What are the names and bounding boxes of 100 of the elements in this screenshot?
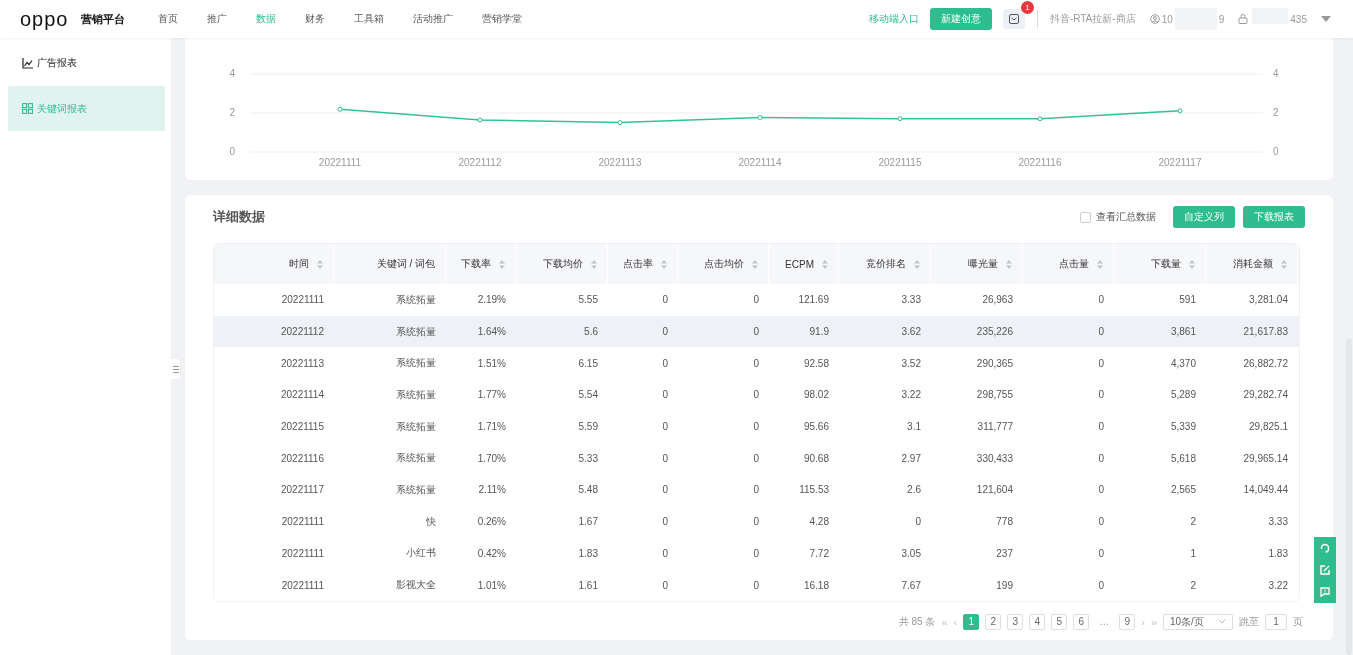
summary-checkbox[interactable]: 查看汇总数据 xyxy=(1080,210,1156,224)
page-button[interactable]: 2 xyxy=(985,613,1002,630)
table-cell-text: 0 xyxy=(1097,516,1105,528)
edit-icon[interactable] xyxy=(1320,565,1330,575)
jump-label: 跳至 xyxy=(1239,614,1259,629)
table-cell-text: 0 xyxy=(752,294,760,306)
table-cell-text: 20221111 xyxy=(280,294,325,306)
table-cell-text: 3.52 xyxy=(900,357,922,369)
page-button[interactable]: 5 xyxy=(1051,613,1068,630)
table-cell-text: 1.61 xyxy=(577,579,599,591)
table-cell-text: 1 xyxy=(1189,547,1197,559)
table-cell-text: 3.33 xyxy=(1267,516,1289,528)
page-button[interactable]: 9 xyxy=(1119,613,1136,630)
table-cell-text: 2 xyxy=(1189,516,1197,528)
table-cell-text: 系统拓量 xyxy=(395,324,437,339)
table-cell-text: 26,963 xyxy=(981,294,1014,306)
table-cell-text: 5.54 xyxy=(577,389,599,401)
table-cell-text: 26,882.72 xyxy=(1242,357,1289,369)
table-cell-text: 0 xyxy=(661,516,669,528)
table-cell-text: 0 xyxy=(1097,547,1105,559)
page-button[interactable]: 6 xyxy=(1073,613,1090,630)
table-cell-text: 0 xyxy=(661,389,669,401)
axis-label: 20221116 xyxy=(1018,157,1062,168)
sort-icon[interactable] xyxy=(1006,259,1012,269)
table-cell-text: 系统拓量 xyxy=(395,482,437,497)
table-cell-text: 20221116 xyxy=(280,452,325,464)
table-cell-text: 5.33 xyxy=(577,452,599,464)
table-cell-text: 98.02 xyxy=(802,389,830,401)
chevron-down-icon xyxy=(1218,619,1226,625)
jump-input[interactable]: 1 xyxy=(1265,613,1287,630)
table-cell-text: 298,755 xyxy=(975,389,1014,401)
table-cell-text: 1.01% xyxy=(476,579,507,591)
sort-icon[interactable] xyxy=(822,259,828,269)
table-cell-text: 0 xyxy=(1097,452,1105,464)
table-cell-text: 20221114 xyxy=(280,389,325,401)
axis-label: 20221113 xyxy=(598,157,642,168)
logo[interactable]: oppo xyxy=(20,9,69,29)
table-cell-text: 4,370 xyxy=(1169,357,1197,369)
table-cell-text: 0 xyxy=(752,421,760,433)
table-cell-text: 20221115 xyxy=(280,421,325,433)
table-cell-text: 330,433 xyxy=(975,452,1014,464)
table-cell-text: 5.55 xyxy=(577,294,599,306)
sort-icon[interactable] xyxy=(914,259,920,269)
table-cell-text: 311,777 xyxy=(976,421,1014,433)
table-cell-text: 3.22 xyxy=(1267,579,1289,591)
table-cell-text: 3.22 xyxy=(900,389,922,401)
sort-icon[interactable] xyxy=(1281,259,1287,269)
feedback-icon[interactable] xyxy=(1320,587,1330,597)
nav-tab[interactable]: 活动推广 xyxy=(412,12,453,26)
table-cell-text: 7.72 xyxy=(808,547,830,559)
table-cell-text: 6.15 xyxy=(577,357,599,369)
data-point xyxy=(1037,116,1043,122)
table-cell-text: 5,339 xyxy=(1169,421,1197,433)
table-cell-text: 1.83 xyxy=(577,547,599,559)
dropdown-caret-icon[interactable] xyxy=(1321,15,1331,23)
table-cell-text: 5,289 xyxy=(1169,389,1197,401)
table-cell-text: 0 xyxy=(661,326,669,338)
table-cell-text: 121.69 xyxy=(797,294,830,306)
page-size-select[interactable]: 10条/页 xyxy=(1163,613,1233,630)
table-cell-text: 0 xyxy=(752,357,760,369)
table-cell-text: 5.6 xyxy=(583,326,599,338)
nav-tab[interactable]: 财务 xyxy=(304,12,325,26)
axis-label: 20221112 xyxy=(458,157,502,168)
collapse-handle[interactable] xyxy=(171,358,181,380)
sort-icon[interactable] xyxy=(1097,259,1103,269)
table-cell-text: 0.26% xyxy=(476,516,507,528)
table-cell-text: 0 xyxy=(1097,389,1105,401)
table-cell-text: 20221112 xyxy=(280,326,325,338)
page-button[interactable]: 3 xyxy=(1007,613,1024,630)
sort-icon[interactable] xyxy=(752,259,758,269)
sort-icon[interactable] xyxy=(591,259,597,269)
table-cell-text: 115.53 xyxy=(798,484,830,496)
table-cell-text: 92.58 xyxy=(802,357,830,369)
axis-label: 20221117 xyxy=(1158,157,1202,168)
nav-tab[interactable]: 工具箱 xyxy=(353,12,384,26)
table-cell-text: 95.66 xyxy=(802,421,830,433)
table-cell-text: 7.67 xyxy=(900,579,922,591)
table-cell-text: 1.83 xyxy=(1267,547,1289,559)
sort-icon[interactable] xyxy=(499,259,505,269)
table-cell-text: 90.68 xyxy=(802,452,830,464)
table-row[interactable]: 20221112 系统拓量 1.64% 5.6 0 0 91.9 3.62 235,226 0 3,861 21,617.83 xyxy=(214,315,1299,348)
table-cell-text: 系统拓量 xyxy=(395,356,437,371)
table-cell-text: 3.62 xyxy=(900,326,922,338)
table-cell-text: 1.64% xyxy=(476,326,507,338)
sort-icon[interactable] xyxy=(317,259,323,269)
sidebar-item[interactable]: 广告报表 xyxy=(0,44,171,82)
sort-icon[interactable] xyxy=(661,259,667,269)
table-cell-text: 0 xyxy=(1097,579,1105,591)
table-cell-text: 0 xyxy=(661,547,669,559)
page-ellipsis: … xyxy=(1098,616,1111,628)
nav-tab[interactable]: 推广 xyxy=(206,12,227,26)
page-button[interactable]: 4 xyxy=(1029,613,1046,630)
sort-icon[interactable] xyxy=(1189,259,1195,269)
grid-icon xyxy=(22,103,33,114)
nav-tab[interactable]: 首页 xyxy=(157,12,178,26)
table-cell-text: 2,565 xyxy=(1169,484,1197,496)
table-cell-text: 3.33 xyxy=(900,294,922,306)
nav-tab[interactable]: 营销学堂 xyxy=(481,12,522,26)
message-icon xyxy=(1008,14,1019,24)
message-button[interactable] xyxy=(1002,9,1025,29)
